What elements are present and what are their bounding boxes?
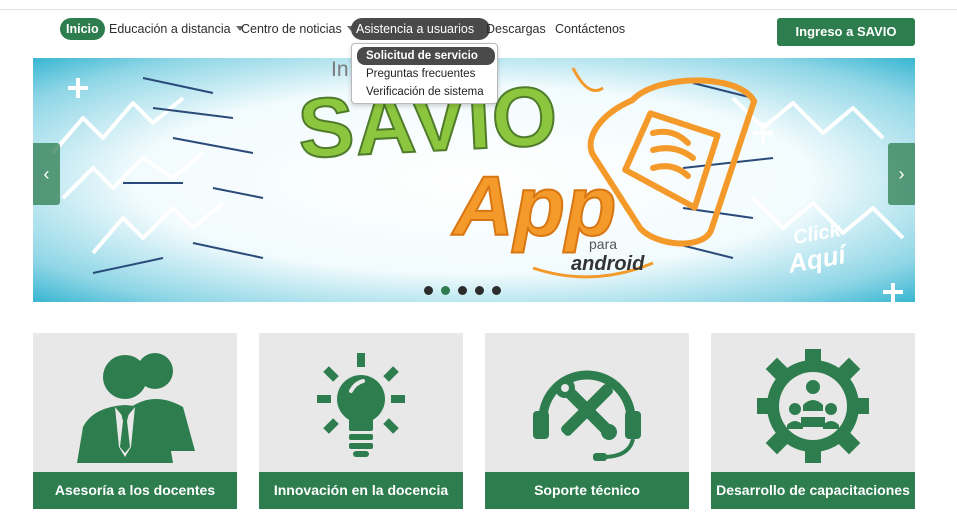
dropdown-item-verificacion[interactable]: Verificación de sistema [352,83,497,101]
tools-support-icon [533,370,641,461]
card-label: Innovación en la docencia [259,472,463,509]
carousel-indicator-dot[interactable] [492,286,501,295]
lightbulb-icon [317,353,405,457]
dropdown-item-preguntas[interactable]: Preguntas frecuentes [352,65,497,83]
chevron-left-icon: ‹ [43,164,50,184]
nav-descargas[interactable]: Descargas [486,18,546,40]
card-soporte-tecnico[interactable]: Soporte técnico [485,333,689,509]
nav-noticias-label: Centro de noticias [241,22,342,36]
nav-asistencia-usuarios[interactable]: Asistencia a usuarios [351,18,491,40]
carousel-indicator-dot[interactable] [475,286,484,295]
nav-contactenos[interactable]: Contáctenos [555,18,625,40]
teachers-icon [77,353,195,463]
carousel-prev-button[interactable]: ‹ [33,143,60,205]
carousel-next-button[interactable]: › [888,143,915,205]
nav-educacion-label: Educación a distancia [109,22,231,36]
training-gear-icon [757,349,869,463]
card-label: Soporte técnico [485,472,689,509]
carousel-indicator-dot[interactable] [458,286,467,295]
carousel-indicators [424,282,509,295]
carousel-indicator-dot[interactable] [424,286,433,295]
asistencia-dropdown-menu: Solicitud de servicio Preguntas frecuent… [351,43,498,104]
ingreso-savio-button[interactable]: Ingreso a SAVIO [777,18,915,46]
card-label: Desarrollo de capacitaciones [711,472,915,509]
card-label: Asesoría a los docentes [33,472,237,509]
dropdown-item-solicitud[interactable]: Solicitud de servicio [357,47,495,65]
banner-android-text: android [571,253,645,275]
chevron-right-icon: › [898,164,905,184]
card-innovacion-docencia[interactable]: Innovación en la docencia [259,333,463,509]
nav-centro-noticias[interactable]: Centro de noticias [241,18,355,40]
card-desarrollo-capacitaciones[interactable]: Desarrollo de capacitaciones [711,333,915,509]
card-asesoria-docentes[interactable]: Asesoría a los docentes [33,333,237,509]
banner-para-text: para [589,236,618,252]
nav-inicio[interactable]: Inicio [60,18,105,40]
nav-educacion-distancia[interactable]: Educación a distancia [109,18,244,40]
carousel-indicator-dot[interactable] [441,286,450,295]
